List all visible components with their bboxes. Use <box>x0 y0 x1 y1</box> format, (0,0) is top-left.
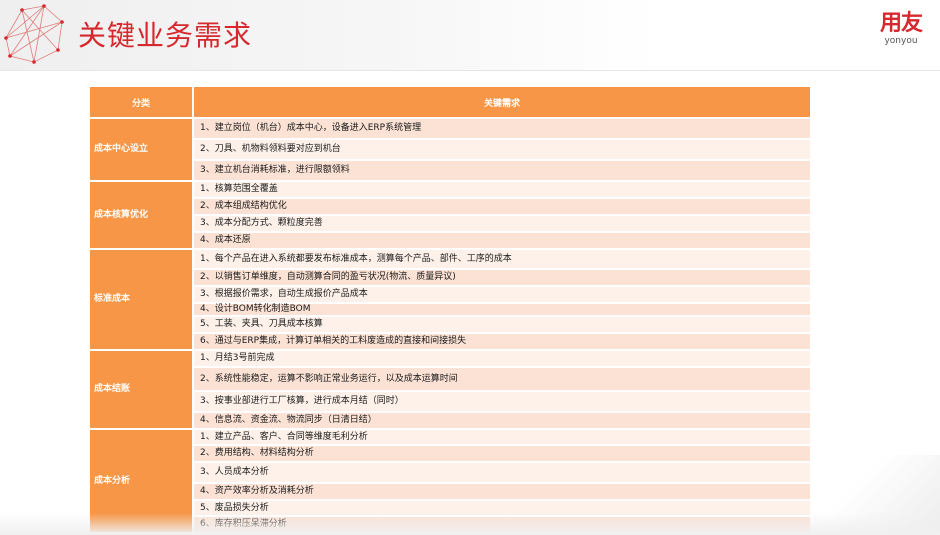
requirement-cell: 4、设计BOM转化制造BOM <box>192 302 812 317</box>
logo-subtitle: yonyou <box>884 36 918 46</box>
logo-mark: 用友 <box>879 11 923 36</box>
requirement-cell: 1、建立产品、客户、合同等维度毛利分析 <box>192 428 812 446</box>
requirement-cell: 4、信息流、资金流、物流同步（日清日结） <box>192 411 812 430</box>
requirement-cell: 2、刀具、机物料领料要对应到机台 <box>192 138 812 161</box>
table-row: 成本中心设立 1、建立岗位（机台）成本中心，设备进入ERP系统管理 <box>88 117 812 182</box>
requirement-cell: 6、通过与ERP集成，计算订单相关的工料废造成的直接和间接损失 <box>192 332 812 351</box>
table-row: 3、人员成本分析 <box>89 461 812 484</box>
requirement-cell: 2、系统性能稳定，运算不影响正常业务运行，以及成本运算时间 <box>192 366 812 392</box>
requirement-cell: 2、费用结构、材料结构分析 <box>192 444 812 463</box>
table-row: 3、按事业部进行工厂核算，进行成本月结（同时） <box>89 390 812 413</box>
bottom-shade <box>0 513 940 535</box>
requirement-cell: 1、月结3号前完成 <box>192 349 812 368</box>
requirements-table-container: 分类 关键需求 成本中心设立 1、建立岗位（机台）成本中心，设备进入ERP系统管理… <box>88 85 812 534</box>
requirements-table: 分类 关键需求 成本中心设立 1、建立岗位（机台）成本中心，设备进入ERP系统管理… <box>88 85 812 534</box>
table-row: 成本分析 1、建立产品、客户、合同等维度毛利分析 <box>88 428 812 534</box>
table-row: 标准成本 1、每个产品在进入系统都要发布标准成本，测算每个产品、部件、工序的成本 <box>88 248 812 351</box>
header-requirement: 关键需求 <box>192 85 812 119</box>
requirement-cell: 1、建立岗位（机台）成本中心，设备进入ERP系统管理 <box>192 117 812 140</box>
table-row: 4、设计BOM转化制造BOM <box>89 302 812 317</box>
table-row: 成本结账 1、月结3号前完成 <box>88 349 812 430</box>
table-body: 成本中心设立 1、建立岗位（机台）成本中心，设备进入ERP系统管理 2、刀具、机物料… <box>88 117 812 534</box>
requirement-cell: 1、每个产品在进入系统都要发布标准成本，测算每个产品、部件、工序的成本 <box>192 248 812 270</box>
table-header-row: 分类 关键需求 <box>88 85 812 119</box>
table-row: 2、刀具、机物料领料要对应到机台 <box>89 138 812 161</box>
table-row: 3、成本分配方式、颗粒度完善 <box>89 214 812 233</box>
requirement-cell: 3、按事业部进行工厂核算，进行成本月结（同时） <box>192 390 812 413</box>
yonyou-logo: 用友 yonyou <box>879 11 923 47</box>
category-cell: 成本结账 <box>88 349 194 430</box>
table-row: 2、费用结构、材料结构分析 <box>89 444 812 463</box>
requirement-cell: 3、成本分配方式、颗粒度完善 <box>192 214 812 233</box>
requirement-cell: 3、人员成本分析 <box>192 461 812 484</box>
category-cell: 成本中心设立 <box>88 117 194 182</box>
table-row: 4、资产效率分析及消耗分析 <box>89 482 812 501</box>
requirement-cell: 1、核算范围全覆盖 <box>192 180 812 199</box>
table-row: 成本核算优化 1、核算范围全覆盖 <box>88 180 812 250</box>
requirement-cell: 3、建立机台消耗标准，进行限额领料 <box>192 159 812 182</box>
header-divider <box>0 70 940 71</box>
requirement-cell: 2、成本组成结构优化 <box>192 197 812 216</box>
category-cell: 标准成本 <box>88 248 194 351</box>
page-title: 关键业务需求 <box>78 19 253 52</box>
table-row: 2、成本组成结构优化 <box>89 197 812 216</box>
table-row: 3、根据报价需求，自动生成报价产品成本 <box>89 285 812 304</box>
requirement-cell: 4、成本还原 <box>192 231 812 250</box>
table-row: 4、信息流、资金流、物流同步（日清日结） <box>89 411 812 430</box>
category-cell: 成本核算优化 <box>88 180 194 250</box>
header-category: 分类 <box>88 85 194 119</box>
polygon-logo-icon <box>4 4 64 64</box>
table-row: 6、通过与ERP集成，计算订单相关的工料废造成的直接和间接损失 <box>89 332 812 351</box>
requirement-cell: 3、根据报价需求，自动生成报价产品成本 <box>192 285 812 304</box>
table-row: 2、系统性能稳定，运算不影响正常业务运行，以及成本运算时间 <box>89 366 812 392</box>
table-row: 2、以销售订单维度，自动测算合同的盈亏状况(物流、质量异议) <box>89 268 812 287</box>
table-row: 4、成本还原 <box>89 231 812 250</box>
table-row: 5、工装、夹具、刀具成本核算 <box>89 315 812 334</box>
table-row: 3、建立机台消耗标准，进行限额领料 <box>89 159 812 182</box>
requirement-cell: 5、工装、夹具、刀具成本核算 <box>192 315 812 334</box>
requirement-cell: 2、以销售订单维度，自动测算合同的盈亏状况(物流、质量异议) <box>192 268 812 287</box>
requirement-cell: 4、资产效率分析及消耗分析 <box>192 482 812 501</box>
